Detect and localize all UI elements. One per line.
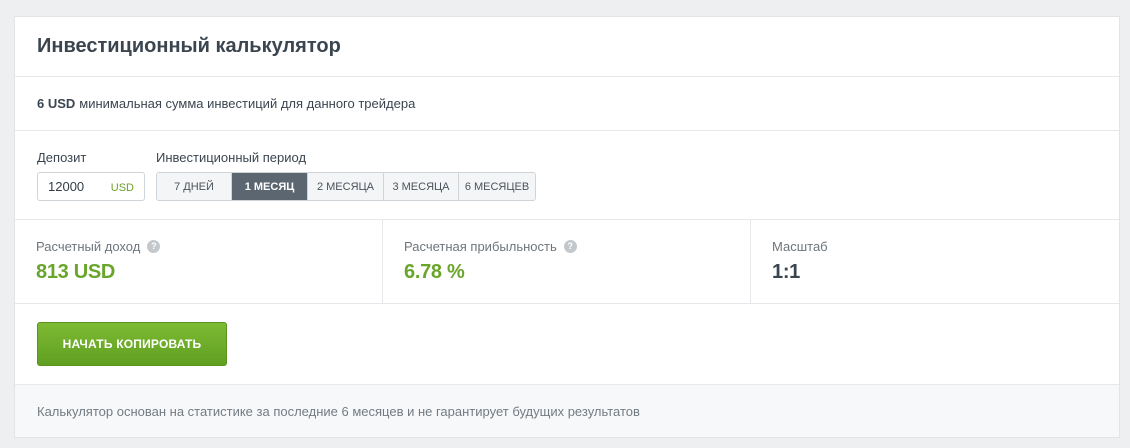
stat-income-value: 813 USD <box>36 261 116 283</box>
period-tabs: 7 ДНЕЙ 1 МЕСЯЦ 2 МЕСЯЦА 3 МЕСЯЦА 6 МЕСЯЦ… <box>156 172 536 201</box>
stat-profitability-value: 6.78 % <box>404 261 465 283</box>
stat-scale-label: Масштаб <box>772 238 828 254</box>
calculator-controls: Депозит 12000 USD Инвестиционный период … <box>15 131 1119 220</box>
deposit-label: Депозит <box>37 150 87 165</box>
help-icon[interactable]: ? <box>147 239 161 253</box>
period-tab-2-months[interactable]: 2 МЕСЯЦА <box>308 173 384 200</box>
period-tab-3-months[interactable]: 3 МЕСЯЦА <box>384 173 459 200</box>
stat-income-label: Расчетный доход <box>36 238 141 254</box>
min-investment-amount: 6 USD <box>37 96 76 111</box>
stat-scale-value: 1:1 <box>772 261 801 283</box>
deposit-group: Депозит 12000 USD <box>37 131 156 201</box>
stat-profitability-label: Расчетная прибыльность <box>404 238 557 254</box>
min-investment-line: 6 USD минимальная сумма инвестиций для д… <box>15 77 1119 131</box>
investment-calculator: Инвестиционный калькулятор 6 USD минимал… <box>14 16 1120 438</box>
disclaimer-text: Калькулятор основан на статистике за пос… <box>37 403 640 419</box>
deposit-currency: USD <box>110 181 134 194</box>
calculator-footer: Калькулятор основан на статистике за пос… <box>15 384 1119 437</box>
stat-profitability: Расчетная прибыльность ? 6.78 % <box>383 220 751 303</box>
page-title: Инвестиционный калькулятор <box>37 35 341 57</box>
period-group: Инвестиционный период 7 ДНЕЙ 1 МЕСЯЦ 2 М… <box>156 131 536 201</box>
period-tab-6-months[interactable]: 6 МЕСЯЦЕВ <box>459 173 535 200</box>
stat-scale: Масштаб 1:1 <box>751 220 1119 303</box>
period-tab-1-month[interactable]: 1 МЕСЯЦ <box>232 173 308 200</box>
deposit-input[interactable]: 12000 USD <box>37 172 145 201</box>
period-label: Инвестиционный период <box>156 150 307 165</box>
results-stats: Расчетный доход ? 813 USD Расчетная приб… <box>15 220 1119 304</box>
stat-income: Расчетный доход ? 813 USD <box>15 220 383 303</box>
actions-row: НАЧАТЬ КОПИРОВАТЬ <box>15 304 1119 384</box>
period-tab-7-days[interactable]: 7 ДНЕЙ <box>157 173 232 200</box>
start-copying-button[interactable]: НАЧАТЬ КОПИРОВАТЬ <box>37 322 227 366</box>
help-icon[interactable]: ? <box>563 239 577 253</box>
calculator-header: Инвестиционный калькулятор <box>15 17 1119 77</box>
min-investment-text: минимальная сумма инвестиций для данного… <box>79 96 416 111</box>
deposit-value[interactable]: 12000 <box>48 179 84 194</box>
